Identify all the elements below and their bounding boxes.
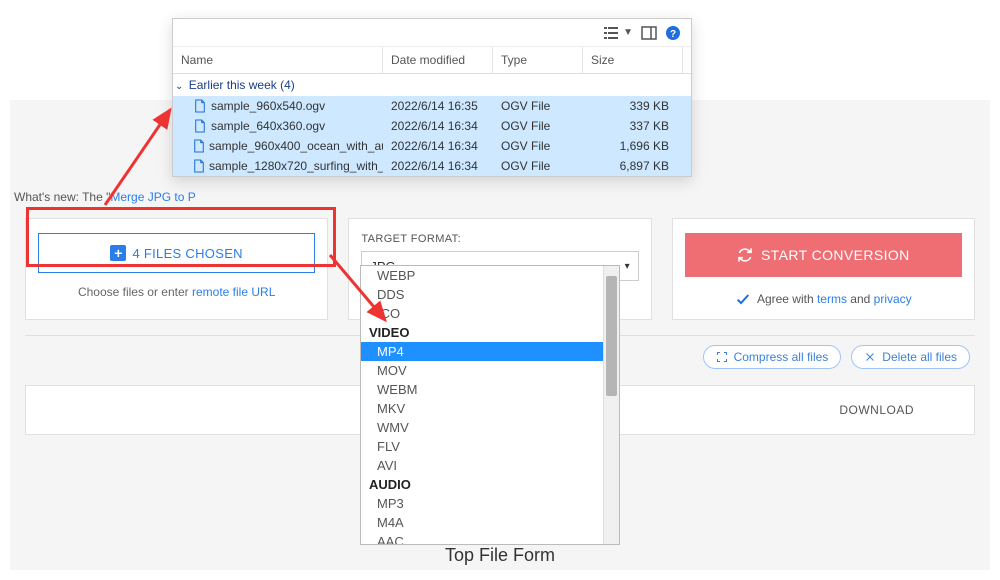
plus-icon: + <box>110 245 126 261</box>
dropdown-group: AUDIO <box>361 475 603 494</box>
file-chooser-card: + 4 FILES CHOSEN Choose files or enter r… <box>25 218 328 320</box>
top-formats-heading: Top File Form <box>0 545 1000 566</box>
col-type[interactable]: Type <box>493 47 583 73</box>
dropdown-option[interactable]: WEBM <box>361 380 603 399</box>
remote-url-link[interactable]: remote file URL <box>192 285 275 299</box>
close-icon <box>864 351 876 363</box>
dropdown-option[interactable]: M4A <box>361 513 603 532</box>
dropdown-option[interactable]: MP4 <box>361 342 603 361</box>
file-type: OGV File <box>493 156 583 176</box>
svg-text:?: ? <box>670 29 676 40</box>
dropdown-option[interactable]: AVI <box>361 456 603 475</box>
file-row[interactable]: sample_1280x720_surfing_with_audio.ogv20… <box>173 156 691 176</box>
dropdown-option[interactable]: MKV <box>361 399 603 418</box>
help-icon[interactable]: ? <box>665 25 681 41</box>
dropdown-option[interactable]: DDS <box>361 285 603 304</box>
whats-new-link[interactable]: Merge JPG to P <box>110 190 195 204</box>
col-date[interactable]: Date modified <box>383 47 493 73</box>
dropdown-option[interactable]: WEBP <box>361 266 603 285</box>
bulk-actions-row: Compress all files Delete all files <box>703 345 970 369</box>
file-size: 1,696 KB <box>583 136 683 156</box>
agree-line: Agree with terms and privacy <box>685 291 962 307</box>
dropdown-option[interactable]: WMV <box>361 418 603 437</box>
file-size: 339 KB <box>583 96 683 116</box>
chevron-down-icon[interactable]: ▼ <box>623 27 633 38</box>
delete-all-label: Delete all files <box>882 350 957 364</box>
col-name[interactable]: Name <box>173 47 383 73</box>
file-date: 2022/6/14 16:35 <box>383 96 493 116</box>
file-date: 2022/6/14 16:34 <box>383 156 493 176</box>
refresh-icon <box>737 247 753 263</box>
dropdown-option[interactable]: FLV <box>361 437 603 456</box>
whats-new-prefix: What's new: The " <box>14 190 110 204</box>
file-size: 337 KB <box>583 116 683 136</box>
dropdown-option[interactable]: ICO <box>361 304 603 323</box>
terms-link[interactable]: terms <box>817 292 847 306</box>
files-chosen-label: 4 FILES CHOSEN <box>132 246 242 261</box>
preview-pane-icon[interactable] <box>641 25 657 41</box>
files-chosen-button[interactable]: + 4 FILES CHOSEN <box>38 233 315 273</box>
file-icon <box>193 159 205 173</box>
file-date: 2022/6/14 16:34 <box>383 136 493 156</box>
compress-all-button[interactable]: Compress all files <box>703 345 842 369</box>
file-icon <box>193 139 205 153</box>
format-dropdown-panel: WEBPDDSICOVIDEOMP4MOVWEBMMKVWMVFLVAVIAUD… <box>360 265 620 545</box>
privacy-link[interactable]: privacy <box>874 292 912 306</box>
file-name: sample_960x540.ogv <box>211 99 325 113</box>
file-date: 2022/6/14 16:34 <box>383 116 493 136</box>
compress-icon <box>716 351 728 363</box>
action-card: START CONVERSION Agree with terms and pr… <box>672 218 975 320</box>
file-row[interactable]: sample_960x400_ocean_with_audio.ogv2022/… <box>173 136 691 156</box>
file-type: OGV File <box>493 116 583 136</box>
check-icon[interactable] <box>735 291 751 307</box>
dropdown-option[interactable]: AAC <box>361 532 603 544</box>
agree-and: and <box>847 292 874 306</box>
file-group-header[interactable]: ⌄ Earlier this week (4) <box>173 74 691 96</box>
chevron-down-icon: ⌄ <box>175 81 183 92</box>
whats-new-line: What's new: The "Merge JPG to P <box>14 190 196 204</box>
chooser-hint-prefix: Choose files or enter <box>78 285 192 299</box>
scrollbar-thumb[interactable] <box>606 276 617 396</box>
file-explorer-header: Name Date modified Type Size <box>173 47 691 74</box>
start-conversion-button[interactable]: START CONVERSION <box>685 233 962 277</box>
delete-all-button[interactable]: Delete all files <box>851 345 970 369</box>
start-conversion-label: START CONVERSION <box>761 247 910 263</box>
col-size[interactable]: Size <box>583 47 683 73</box>
file-icon <box>193 119 207 133</box>
view-list-icon[interactable] <box>603 25 619 41</box>
file-size: 6,897 KB <box>583 156 683 176</box>
agree-prefix: Agree with <box>757 292 817 306</box>
file-explorer-window: ▼ ? Name Date modified Type Size ⌄ Earli… <box>172 18 692 177</box>
download-label: DOWNLOAD <box>839 403 914 417</box>
file-name: sample_1280x720_surfing_with_audio.ogv <box>209 159 383 173</box>
compress-all-label: Compress all files <box>734 350 829 364</box>
file-icon <box>193 99 207 113</box>
dropdown-option[interactable]: MP3 <box>361 494 603 513</box>
dropdown-group: VIDEO <box>361 323 603 342</box>
target-format-label: TARGET FORMAT: <box>361 233 638 245</box>
scrollbar[interactable] <box>603 266 619 544</box>
file-type: OGV File <box>493 96 583 116</box>
file-row[interactable]: sample_640x360.ogv 2022/6/14 16:34OGV Fil… <box>173 116 691 136</box>
file-rows: sample_960x540.ogv2022/6/14 16:35OGV Fil… <box>173 96 691 176</box>
file-row[interactable]: sample_960x540.ogv 2022/6/14 16:35OGV Fil… <box>173 96 691 116</box>
file-group-label: Earlier this week (4) <box>189 78 295 92</box>
chooser-hint: Choose files or enter remote file URL <box>78 285 275 299</box>
file-name: sample_960x400_ocean_with_audio.ogv <box>209 139 383 153</box>
file-type: OGV File <box>493 136 583 156</box>
file-name: sample_640x360.ogv <box>211 119 325 133</box>
format-dropdown-list[interactable]: WEBPDDSICOVIDEOMP4MOVWEBMMKVWMVFLVAVIAUD… <box>361 266 603 544</box>
dropdown-option[interactable]: MOV <box>361 361 603 380</box>
file-explorer-toolbar: ▼ ? <box>173 19 691 47</box>
chevron-down-icon: ▾ <box>625 261 630 272</box>
